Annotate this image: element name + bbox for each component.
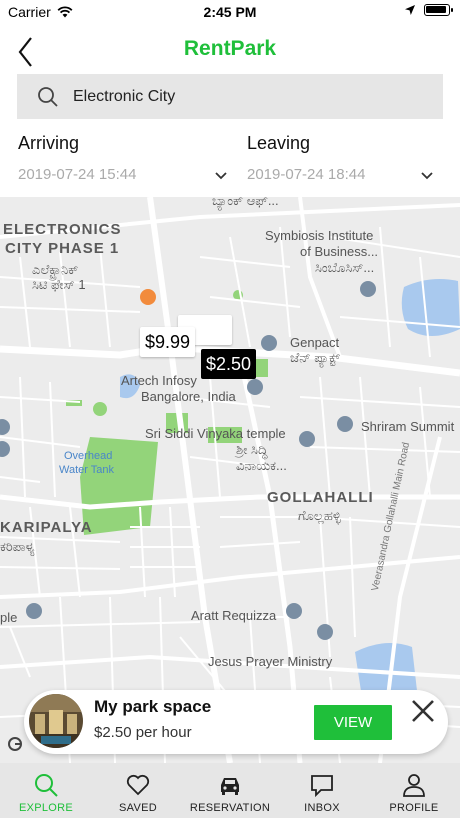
area-local-label: ಸಿಟಿ ಫೇಸ್ 1 [32,277,86,292]
chevron-down-icon [215,171,227,179]
search-bar[interactable] [17,74,443,119]
car-icon [221,778,239,795]
tab-label: SAVED [119,802,157,814]
area-local-label: ಕರಿಪಾಳ್ಯ [0,539,35,554]
tab-saved[interactable]: SAVED [92,763,184,818]
poi-label-siddi: Sri Siddi Vinyaka temple [145,426,286,441]
view-button[interactable]: VIEW [314,705,392,740]
arriving-value: 2019-07-24 15:44 [18,166,137,183]
location-arrow-icon [405,5,415,15]
water-label: Water Tank [59,464,115,476]
close-icon [412,700,434,722]
search-icon [35,774,58,797]
area-local-label: ಎಲೆಕ್ಟ್ರಾನಿಕ್ [32,262,79,277]
leaving-label: Leaving [247,133,311,153]
close-button[interactable] [410,698,436,724]
tab-label: PROFILE [389,802,439,814]
status-right [404,4,453,16]
price-pin-selected[interactable]: $2.50 [201,349,257,379]
area-label-karipalya: KARIPALYA [0,519,93,536]
nav-bar: RentPark [0,28,460,72]
poi-label-artech: Bangalore, India [141,389,236,404]
tab-label: RESERVATION [189,802,271,814]
area-label-city-phase: CITY PHASE 1 [5,240,120,257]
page-title: RentPark [183,37,277,60]
price-pin[interactable]: $9.99 [140,327,196,357]
status-time: 2:45 PM [203,4,257,20]
poi-label-siddi: ವಿನಾಯಕ... [236,458,287,473]
battery-icon [424,4,453,16]
status-bar: Carrier 2:45 PM [0,0,460,24]
user-icon [403,774,425,797]
tab-label: INBOX [304,802,340,814]
chevron-down-icon [421,171,433,179]
arriving-picker[interactable]: 2019-07-24 15:44 [18,166,228,183]
poi-label-jesus: Jesus Prayer Ministry [208,654,333,669]
google-logo-icon [8,737,22,751]
poi-label-siddi: ಶ್ರೀ ಸಿದ್ಧಿ [236,442,268,457]
tab-inbox[interactable]: INBOX [276,763,368,818]
tab-bar: EXPLORE SAVED RESERVATION INBOX PROFILE [0,763,460,818]
listing-price: $2.50 per hour [94,724,192,741]
poi-label-genpact: Genpact [290,335,340,350]
leaving-picker[interactable]: 2019-07-24 18:44 [247,166,434,183]
leaving-value: 2019-07-24 18:44 [247,166,366,183]
listing-photo [29,694,83,748]
poi-label-symbiosis: ಸಿಂಬೊಸಿಸ್... [315,260,375,275]
poi-label-aratt: Aratt Requizza [191,608,277,623]
area-label-electronics: ELECTRONICS [3,221,122,238]
tab-explore[interactable]: EXPLORE [0,763,92,818]
area-local-label: ಗೊಲ್ಲಹಳ್ಳಿ [298,508,341,523]
listing-card[interactable]: My park space $2.50 per hour VIEW [24,690,448,754]
map-view[interactable]: ELECTRONICS CITY PHASE 1 ಎಲೆಕ್ಟ್ರಾನಿಕ್ ಸ… [0,197,460,763]
arriving-label: Arriving [18,133,80,153]
screen: Carrier 2:45 PM RentPark Electronic City… [0,0,460,818]
area-label-gollahalli: GOLLAHALLI [267,489,374,506]
poi-label-ple: ple [0,610,18,625]
tab-label: EXPLORE [18,802,74,814]
poi-label-artech: Artech Infosy [121,373,197,388]
listing-title: My park space [94,697,212,716]
poi-label-genpact: ಜೆನ್ ಪ್ಯಾಕ್ಟ್ [290,350,341,365]
tab-reservation[interactable]: RESERVATION [184,763,276,818]
heart-icon [126,774,150,796]
poi-label-shriram: Shriram Summit [361,419,455,434]
search-icon [38,87,58,107]
chat-bubble-icon [311,775,333,798]
leaving-field: Leaving 2019-07-24 18:44 [247,133,434,193]
tab-profile[interactable]: PROFILE [368,763,460,818]
water-label: Overhead [64,450,113,462]
poi-label-symbiosis: Symbiosis Institute [265,228,374,243]
search-input[interactable] [73,74,433,119]
poi-label-symbiosis: of Business... [300,244,379,259]
arriving-field: Arriving 2019-07-24 15:44 [18,133,228,193]
bank-label: ಬ್ಯಾಂಕ್ ಆಫ್... [212,197,279,208]
